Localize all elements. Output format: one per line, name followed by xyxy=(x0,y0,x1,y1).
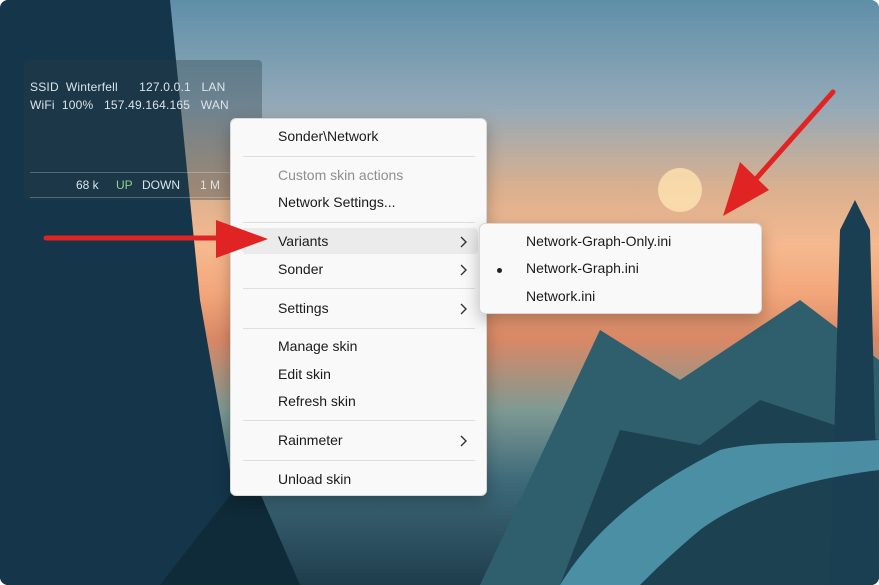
variant-network[interactable]: Network.ini xyxy=(526,288,595,304)
variants-submenu: Network-Graph-Only.ini Network-Graph.ini… xyxy=(479,223,762,314)
menu-edit-skin[interactable]: Edit skin xyxy=(278,366,331,382)
menu-settings[interactable]: Settings xyxy=(278,300,329,316)
chevron-right-icon xyxy=(460,435,467,447)
bullet-icon xyxy=(497,268,502,273)
menu-refresh-skin[interactable]: Refresh skin xyxy=(278,393,356,409)
menu-custom-skin-actions: Custom skin actions xyxy=(278,167,404,183)
network-row-ssid: SSID Winterfell 127.0.0.1 LAN xyxy=(30,80,226,94)
menu-skin-name[interactable]: Sonder\Network xyxy=(278,128,378,144)
network-row-wifi: WiFi 100% 157.49.164.165 WAN xyxy=(30,98,229,112)
menu-separator xyxy=(243,288,475,289)
context-menu: Sonder\Network Custom skin actions Netwo… xyxy=(230,118,487,496)
menu-sonder[interactable]: Sonder xyxy=(278,261,323,277)
traffic-bar: 68 k UP DOWN 1 M xyxy=(30,172,230,198)
variant-network-graph-only[interactable]: Network-Graph-Only.ini xyxy=(526,233,671,249)
menu-separator xyxy=(243,420,475,421)
chevron-right-icon xyxy=(460,264,467,276)
menu-rainmeter[interactable]: Rainmeter xyxy=(278,432,343,448)
upload-value: 1 M xyxy=(200,178,221,192)
chevron-right-icon xyxy=(460,303,467,315)
variant-network-graph[interactable]: Network-Graph.ini xyxy=(526,260,639,276)
menu-manage-skin[interactable]: Manage skin xyxy=(278,338,357,354)
menu-variants[interactable]: Variants xyxy=(278,233,328,249)
menu-separator xyxy=(243,156,475,157)
menu-separator xyxy=(243,222,475,223)
menu-network-settings[interactable]: Network Settings... xyxy=(278,194,396,210)
download-value: 68 k xyxy=(76,178,99,192)
chevron-right-icon xyxy=(460,236,467,248)
up-label: UP xyxy=(116,178,133,192)
menu-separator xyxy=(243,328,475,329)
menu-unload-skin[interactable]: Unload skin xyxy=(278,471,351,487)
down-label: DOWN xyxy=(142,178,180,192)
menu-separator xyxy=(243,460,475,461)
